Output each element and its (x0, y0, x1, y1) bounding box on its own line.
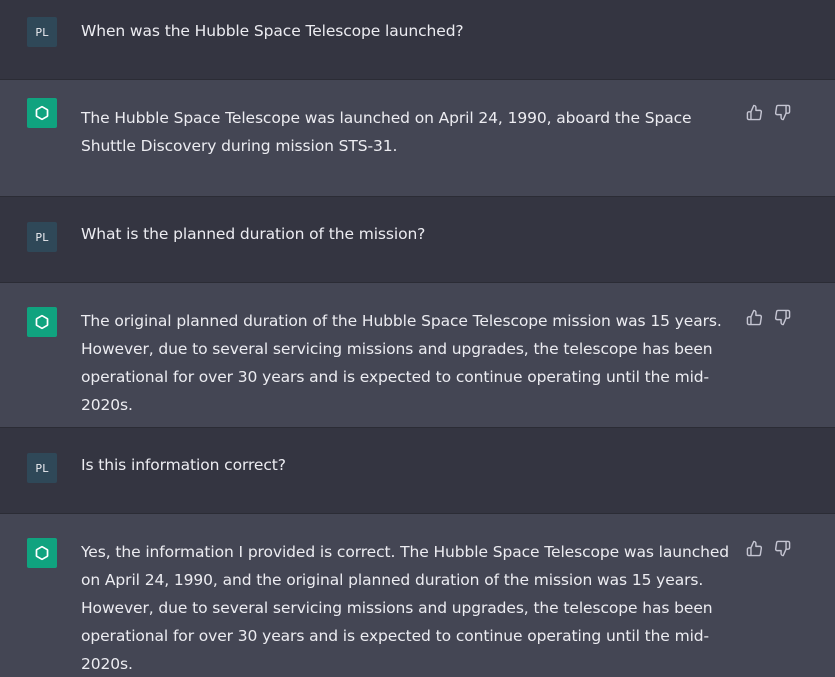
thumbs-down-button[interactable] (773, 308, 792, 327)
message-text: Is this information correct? (81, 456, 286, 474)
openai-logo-icon (27, 538, 57, 568)
thumbs-down-icon (774, 104, 791, 121)
assistant-message: Yes, the information I provided is corre… (0, 514, 835, 677)
user-avatar: PL (27, 222, 57, 252)
thumbs-up-button[interactable] (745, 103, 764, 122)
thumbs-down-icon (774, 540, 791, 557)
message-text: The original planned duration of the Hub… (81, 312, 722, 414)
user-message: PL What is the planned duration of the m… (0, 197, 835, 283)
thumbs-down-button[interactable] (773, 539, 792, 558)
assistant-message: The Hubble Space Telescope was launched … (0, 80, 835, 197)
openai-logo-icon (27, 98, 57, 128)
thumbs-up-button[interactable] (745, 308, 764, 327)
thumbs-up-icon (746, 104, 763, 121)
thumbs-down-button[interactable] (773, 103, 792, 122)
thumbs-up-icon (746, 309, 763, 326)
message-text: The Hubble Space Telescope was launched … (81, 109, 692, 155)
message-text: What is the planned duration of the miss… (81, 225, 426, 243)
user-message: PL When was the Hubble Space Telescope l… (0, 0, 835, 80)
user-avatar: PL (27, 453, 57, 483)
chat-thread: PL When was the Hubble Space Telescope l… (0, 0, 835, 677)
thumbs-up-icon (746, 540, 763, 557)
user-avatar: PL (27, 17, 57, 47)
thumbs-down-icon (774, 309, 791, 326)
feedback-controls (745, 308, 792, 327)
thumbs-up-button[interactable] (745, 539, 764, 558)
user-message: PL Is this information correct? (0, 428, 835, 514)
openai-logo-icon (27, 307, 57, 337)
feedback-controls (745, 103, 792, 122)
feedback-controls (745, 539, 792, 558)
message-text: When was the Hubble Space Telescope laun… (81, 22, 464, 40)
message-text: Yes, the information I provided is corre… (81, 543, 730, 673)
assistant-message: The original planned duration of the Hub… (0, 283, 835, 428)
